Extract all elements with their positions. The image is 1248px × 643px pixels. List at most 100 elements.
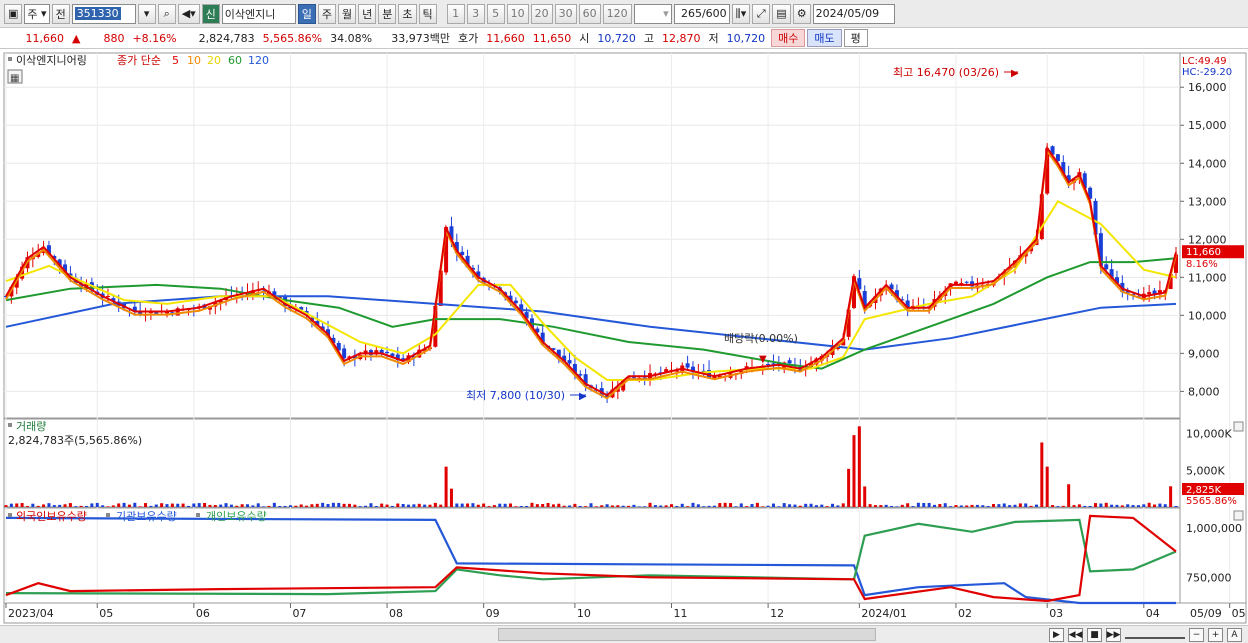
volume-bar [589, 503, 593, 507]
interval-3[interactable]: 3 [466, 3, 485, 24]
period-tick[interactable]: 틱 [418, 3, 437, 24]
interval-20[interactable]: 20 [530, 3, 553, 24]
search-icon[interactable]: ⌕ [157, 3, 176, 24]
price-tick-label: 10,000 [1188, 309, 1227, 322]
volume-bar [390, 505, 394, 507]
zoom-in-icon[interactable]: + [1208, 627, 1223, 642]
volume-bar [707, 505, 711, 507]
date-field[interactable]: 2024/05/09 [812, 3, 895, 24]
date-tick-label: 04 [1146, 607, 1160, 620]
volume-bar [911, 506, 915, 507]
date-tick-label: 08 [389, 607, 403, 620]
prefix-button[interactable]: 전 [51, 3, 70, 24]
volume-bar [771, 503, 775, 507]
interval-1[interactable]: 1 [446, 3, 465, 24]
legend-marker [8, 57, 12, 61]
volume-bar [1029, 505, 1033, 507]
price-panel [3, 52, 1181, 419]
legend-ma5: 5 [172, 54, 179, 67]
volume-bar [165, 504, 169, 507]
stock-code-input[interactable]: 351330 [71, 3, 136, 24]
volume-bar [251, 505, 255, 507]
interval-60[interactable]: 60 [578, 3, 601, 24]
volume-bar [1088, 505, 1092, 507]
price-tick-label: 12,000 [1188, 233, 1227, 246]
volume-bar [176, 503, 180, 507]
volume-bar [508, 503, 512, 507]
volume-bar [321, 502, 325, 507]
buy-button[interactable]: 매수 [771, 29, 806, 47]
volume-bar [170, 503, 174, 507]
period-minute[interactable]: 분 [378, 3, 397, 24]
volume-bar [1169, 486, 1173, 507]
bar-count-field[interactable]: 265/600 [673, 3, 730, 24]
volume-bar [138, 506, 142, 507]
interval-30[interactable]: 30 [554, 3, 577, 24]
market-type-select[interactable]: 주 ▾ [24, 3, 50, 24]
volume-bar [675, 506, 679, 507]
gear-icon[interactable]: ⚙ [792, 3, 811, 24]
holdings-close-icon[interactable] [1233, 510, 1244, 521]
zoom-out-icon[interactable]: − [1189, 627, 1204, 642]
interval-5[interactable]: 5 [486, 3, 505, 24]
stop-icon[interactable]: ■ [1087, 627, 1102, 642]
date-tick-label: 10 [577, 607, 591, 620]
low-arrow-head: ▶ [579, 391, 587, 402]
rewind-icon[interactable]: ◀◀ [1068, 627, 1083, 642]
volume-pct-tag: 5565.86% [1186, 496, 1237, 507]
period-second[interactable]: 초 [398, 3, 417, 24]
high-annotation: 최고 16,470 (03/26) [893, 66, 999, 79]
volume-bar [879, 505, 883, 507]
save-icon[interactable]: ▤ [772, 3, 791, 24]
volume-bar [47, 503, 51, 507]
volume-close-icon[interactable] [1233, 421, 1244, 432]
volume-bar [68, 503, 72, 507]
period-day[interactable]: 일 [297, 3, 316, 24]
volume-tick-label: 10,000K [1186, 428, 1232, 441]
volume-bar [364, 505, 368, 507]
volume-bar [970, 504, 974, 507]
volume-bar [294, 505, 298, 507]
drawing-tool-icon[interactable]: ⤢ [752, 3, 771, 24]
volume-bar [433, 502, 437, 507]
period-month[interactable]: 월 [338, 3, 357, 24]
hc-label: HC:-29.20 [1182, 67, 1232, 78]
chart-area[interactable]: 16,000 15,000 14,000 13,000 12,000 11,000 10,0… [0, 50, 1248, 625]
zoom-slider[interactable] [1125, 631, 1185, 639]
interval-custom-select[interactable]: ▾ [633, 3, 672, 24]
volume-bar [299, 504, 303, 507]
volume-bar [374, 506, 378, 507]
volume-bar [197, 503, 201, 507]
volume-bar [927, 502, 931, 507]
volume-bar [551, 504, 555, 507]
volume-bar [192, 503, 196, 507]
evaluate-button[interactable]: 평 [843, 29, 868, 47]
scroll-right-icon[interactable]: ▶ [1049, 627, 1064, 642]
volume-bar [1142, 504, 1146, 507]
sell-button[interactable]: 매도 [807, 29, 842, 47]
horizontal-scrollbar[interactable] [498, 628, 876, 641]
font-size-icon[interactable]: A [1227, 627, 1242, 642]
volume-bar [627, 505, 631, 507]
volume-bar [600, 505, 604, 507]
date-tick-label: 07 [292, 607, 306, 620]
speaker-icon[interactable]: ◀▾ [177, 3, 200, 24]
volume-bar [106, 506, 110, 507]
date-tick-label: 05/09 [1190, 607, 1222, 620]
interval-10[interactable]: 10 [506, 3, 529, 24]
candle-type-icon[interactable]: ⫼▾ [731, 3, 751, 24]
volume-bar [235, 505, 239, 507]
code-dropdown-icon[interactable]: ▾ [137, 3, 156, 24]
volume-bar [653, 505, 657, 507]
volume-bar [122, 502, 126, 507]
price-tick-label: 14,000 [1188, 157, 1227, 170]
chart-svg[interactable]: 16,000 15,000 14,000 13,000 12,000 11,000 10,0… [0, 50, 1248, 625]
period-year[interactable]: 년 [358, 3, 377, 24]
legend-ma-label: 종가 단순 [117, 54, 161, 67]
period-week[interactable]: 주 [317, 3, 337, 24]
fast-forward-icon[interactable]: ▶▶ [1106, 627, 1121, 642]
volume-tag-text: 2,825K [1186, 485, 1222, 496]
volume-bar [637, 506, 641, 507]
window-menu-icon[interactable]: ▣ [4, 3, 23, 24]
interval-120[interactable]: 120 [602, 3, 632, 24]
